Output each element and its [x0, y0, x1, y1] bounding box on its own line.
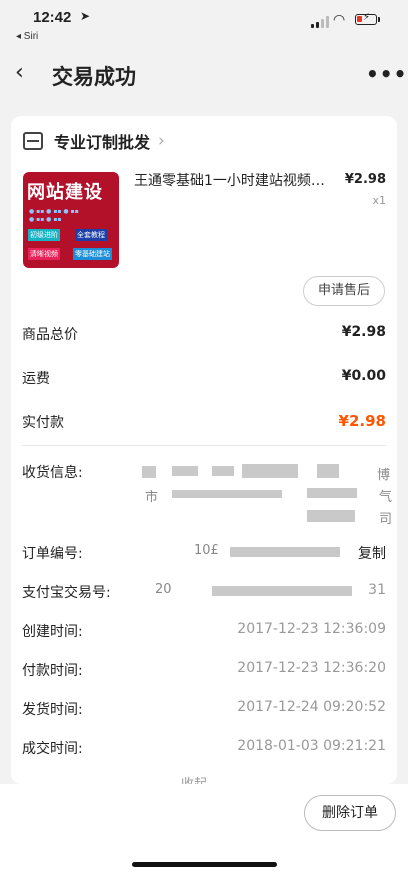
- store-icon: [23, 132, 43, 150]
- thumbnail-title: 网站建设: [27, 182, 103, 203]
- shipped-time-value: 2017-12-24 09:20:52: [237, 699, 386, 715]
- paid-time-row: 付款时间: 2017-12-23 12:36:20: [22, 660, 386, 682]
- cellular-signal-icon: [311, 16, 329, 28]
- copy-button[interactable]: 复制: [358, 543, 386, 563]
- address-fragment: 司: [379, 512, 393, 527]
- siri-back-link[interactable]: ◂ Siri: [16, 31, 38, 42]
- page-title: 交易成功: [52, 65, 136, 89]
- address-row: 收货信息: 博 市 气 司: [22, 462, 392, 532]
- alipay-number-prefix: 20: [155, 582, 172, 597]
- redacted-block: [307, 488, 357, 498]
- wifi-icon: ◠: [333, 12, 346, 28]
- alipay-number-label: 支付宝交易号:: [22, 585, 111, 601]
- redacted-block: [142, 466, 156, 478]
- product-name[interactable]: 王通零基础1一小时建站视频教程: [134, 170, 334, 190]
- battery-icon: ⚡: [355, 12, 377, 25]
- status-bar: 12:42 ➤ ◂ Siri ◠ ⚡: [0, 0, 408, 44]
- redacted-block: [230, 547, 340, 557]
- shipping-value: ¥0.00: [341, 368, 386, 384]
- after-sale-button[interactable]: 申请售后: [303, 276, 385, 306]
- paid-time-label: 付款时间:: [22, 663, 83, 679]
- paid-label: 实付款: [22, 415, 64, 431]
- bottom-bar: 删除订单: [0, 784, 408, 877]
- back-icon[interactable]: ‹: [15, 60, 24, 85]
- divider: [22, 445, 386, 446]
- created-time-row: 创建时间: 2017-12-23 12:36:09: [22, 621, 386, 643]
- redacted-block: [242, 464, 298, 478]
- product-thumbnail[interactable]: 网站建设 ● ▪▪ ● ▪▪ ● ▪▪ ● ▪▪ ● ▪▪ 初级进阶 全套教程 清…: [23, 172, 119, 268]
- total-price-label: 商品总价: [22, 327, 78, 343]
- collapse-button[interactable]: 收起: [181, 773, 207, 784]
- delete-order-button[interactable]: 删除订单: [304, 795, 396, 831]
- redacted-block: [317, 464, 339, 478]
- home-indicator[interactable]: [132, 862, 277, 867]
- redacted-block: [172, 490, 282, 498]
- location-arrow-icon: ➤: [80, 9, 91, 23]
- completed-time-value: 2018-01-03 09:21:21: [237, 738, 386, 754]
- thumbnail-tag: 清晰视频: [28, 248, 60, 260]
- alipay-number-suffix: 31: [368, 582, 386, 598]
- shipped-time-label: 发货时间:: [22, 702, 83, 718]
- completed-time-label: 成交时间:: [22, 741, 83, 757]
- shop-header[interactable]: 专业订制批发 ›: [23, 129, 165, 153]
- order-number-label: 订单编号:: [22, 546, 83, 562]
- completed-time-row: 成交时间: 2018-01-03 09:21:21: [22, 738, 386, 760]
- more-options-icon[interactable]: •••: [366, 62, 407, 86]
- address-fragment: 市: [145, 490, 159, 505]
- redacted-block: [212, 586, 352, 596]
- redacted-block: [212, 466, 234, 476]
- order-number-prefix: 10£: [194, 543, 219, 558]
- alipay-number-row: 支付宝交易号: 20 31: [22, 582, 386, 604]
- status-time: 12:42: [33, 9, 72, 26]
- paid-time-value: 2017-12-23 12:36:20: [237, 660, 386, 676]
- redacted-block: [172, 466, 198, 476]
- battery-tip: [378, 17, 380, 22]
- address-label: 收货信息:: [22, 465, 83, 481]
- total-price-row: 商品总价 ¥2.98: [22, 324, 386, 348]
- product-price: ¥2.98: [344, 172, 386, 187]
- shop-name[interactable]: 专业订制批发: [54, 129, 150, 153]
- nav-bar: ‹ 交易成功 •••: [0, 50, 408, 100]
- shipping-label: 运费: [22, 371, 50, 387]
- shipping-row: 运费 ¥0.00: [22, 368, 386, 392]
- chevron-right-icon: ›: [158, 131, 165, 151]
- created-time-label: 创建时间:: [22, 624, 83, 640]
- thumbnail-tag: 零基础建站: [73, 248, 112, 260]
- thumbnail-decoration: ● ▪▪ ● ▪▪ ● ▪▪ ● ▪▪ ● ▪▪: [29, 208, 79, 223]
- total-price-value: ¥2.98: [341, 324, 386, 340]
- paid-row: 实付款 ¥2.98: [22, 412, 386, 436]
- order-number-row: 订单编号: 10£ 复制: [22, 543, 386, 565]
- product-quantity: x1: [372, 194, 386, 207]
- created-time-value: 2017-12-23 12:36:09: [237, 621, 386, 637]
- address-fragment: 博: [377, 468, 391, 483]
- address-fragment: 气: [379, 490, 393, 505]
- order-card: 专业订制批发 › 网站建设 ● ▪▪ ● ▪▪ ● ▪▪ ● ▪▪ ● ▪▪ 初级…: [11, 116, 397, 784]
- paid-value: ¥2.98: [338, 412, 386, 430]
- shipped-time-row: 发货时间: 2017-12-24 09:20:52: [22, 699, 386, 721]
- redacted-block: [307, 510, 355, 522]
- thumbnail-tag: 初级进阶: [28, 229, 60, 241]
- thumbnail-tag: 全套教程: [75, 229, 107, 241]
